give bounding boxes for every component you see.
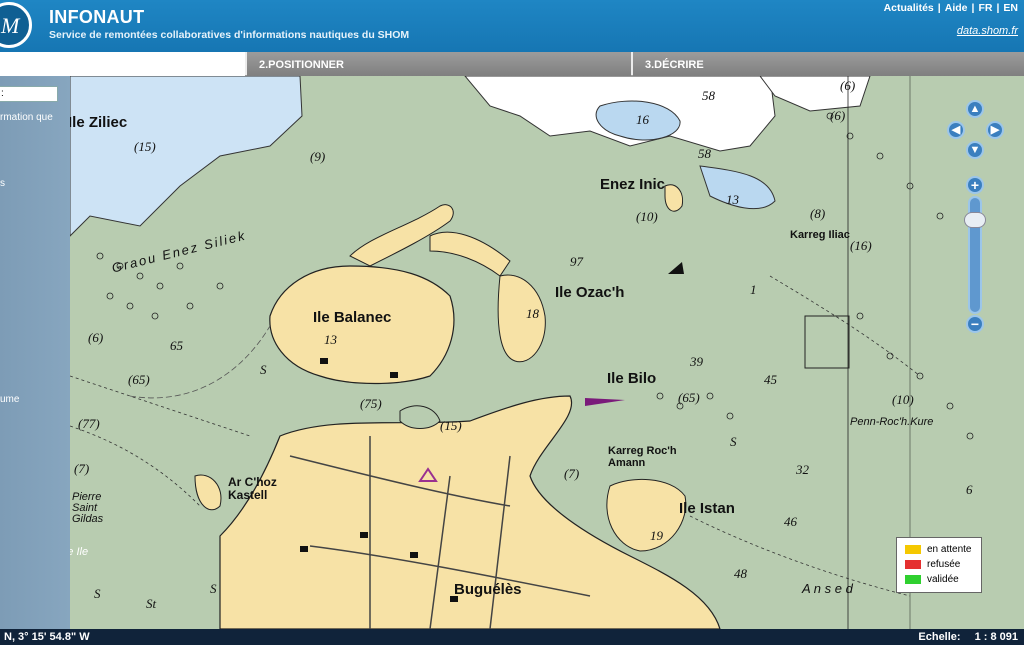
legend-label: en attente (927, 544, 972, 555)
step-1-tab[interactable] (0, 52, 245, 76)
app-header: M INFONAUT Service de remontées collabor… (0, 0, 1024, 52)
depth-sounding: (6) (88, 330, 104, 345)
depth-sounding: (8) (810, 206, 826, 221)
label-ile-balanec: Ile Balanec (313, 309, 392, 326)
legend-swatch (905, 574, 921, 584)
label-karreg-iliac: Karreg Iliac (790, 229, 850, 241)
chart-background (70, 76, 1024, 629)
top-links: Actualités | Aide | FR | EN (883, 2, 1018, 14)
shom-logo[interactable]: M (0, 2, 32, 48)
depth-sounding: S (210, 581, 217, 596)
status-bar: N, 3° 15' 54.8" W Echelle: 1 : 8 091 (0, 629, 1024, 645)
step-3-decrire-tab[interactable]: 3.DÉCRIRE (633, 52, 1024, 76)
depth-sounding: (16) (850, 238, 872, 253)
depth-sounding: (7) (564, 466, 580, 481)
depth-sounding: 32 (796, 462, 809, 477)
label-ar-choz-kastell: Ar C'hoz Kastell (228, 475, 277, 502)
depth-sounding: 1 (750, 282, 757, 297)
label-la-petite-ile: La Petite Ile (70, 546, 89, 558)
depth-sounding: 16 (636, 112, 649, 127)
depth-sounding: 48 (734, 566, 747, 581)
depth-sounding: 13 (324, 332, 337, 347)
status-legend: en attente refusée validée (896, 537, 982, 593)
pan-right-button[interactable]: ▶ (986, 121, 1004, 139)
left-panel-text-1: rmation que (0, 112, 53, 123)
depth-sounding: 13 (726, 192, 739, 207)
scale-readout: Echelle: 1 : 8 091 (918, 631, 1018, 643)
label-penn-roch-kure: Penn-Roc'h.Kure (850, 416, 934, 428)
left-panel: : rmation que s ume (0, 76, 70, 629)
label-ile-ozach: Ile Ozac'h (555, 284, 625, 301)
legend-row-validee: validée (905, 573, 959, 587)
depth-sounding: (15) (440, 418, 462, 433)
depth-sounding: (15) (134, 139, 156, 154)
zoom-in-button[interactable]: + (966, 176, 984, 194)
left-panel-field[interactable]: : (0, 86, 58, 102)
label-karreg-roch-amann: Karreg Roc'h Amann (608, 445, 677, 469)
step-2-positionner-tab[interactable]: 2.POSITIONNER (247, 52, 631, 76)
depth-sounding: 65 (170, 338, 183, 353)
depth-sounding: (10) (636, 209, 658, 224)
logo-glyph: M (1, 13, 20, 38)
steps-bar: 2.POSITIONNER 3.DÉCRIRE (0, 52, 1024, 76)
zoom-out-button[interactable]: − (966, 315, 984, 333)
depth-sounding: S (94, 586, 101, 601)
depth-sounding: 39 (690, 354, 703, 369)
left-panel-text-2: s (0, 178, 5, 189)
depth-sounding: (65) (678, 390, 700, 405)
depth-sounding: (6) (840, 78, 856, 93)
depth-sounding: 6 (966, 482, 973, 497)
legend-row-refusee: refusée (905, 558, 960, 572)
nautical-chart-map[interactable]: Ile Ziliec Enez Inic Ile Balanec Ile Oza… (70, 76, 1024, 629)
scale-value: 1 : 8 091 (974, 631, 1018, 643)
label-anse: A n s e d (802, 581, 853, 596)
data-shom-link[interactable]: data.shom.fr (957, 25, 1018, 37)
depth-sounding: (75) (360, 396, 382, 411)
depth-sounding: (6) (830, 108, 846, 123)
depth-sounding: 18 (526, 306, 539, 321)
legend-label: refusée (927, 559, 961, 570)
pan-left-button[interactable]: ◀ (947, 121, 965, 139)
depth-sounding: St (146, 596, 157, 611)
depth-sounding: S (260, 362, 267, 377)
depth-sounding: 58 (698, 146, 711, 161)
depth-sounding: (10) (892, 392, 914, 407)
depth-sounding: (77) (78, 416, 100, 431)
depth-sounding: 45 (764, 372, 777, 387)
legend-swatch (905, 559, 921, 569)
app-subtitle: Service de remontées collaboratives d'in… (49, 29, 410, 41)
app-root: M INFONAUT Service de remontées collabor… (0, 0, 1024, 645)
legend-label: validée (927, 574, 959, 585)
depth-sounding: (7) (74, 461, 90, 476)
label-bugueles: Buguélès (454, 581, 522, 598)
left-panel-text-3: ume (0, 394, 20, 405)
pan-up-button[interactable]: ▲ (966, 100, 984, 118)
scale-label: Echelle: (918, 631, 961, 643)
label-ile-istan: Ile Istan (679, 500, 735, 517)
depth-sounding: 46 (784, 514, 797, 529)
legend-row-en-attente: en attente (905, 543, 971, 557)
label-ile-ziliec: Ile Ziliec (70, 114, 128, 131)
link-en[interactable]: EN (1003, 2, 1018, 14)
app-title: INFONAUT (49, 7, 145, 27)
link-actualites[interactable]: Actualités (884, 2, 934, 14)
link-fr[interactable]: FR (978, 2, 992, 14)
depth-sounding: (65) (128, 372, 150, 387)
depth-sounding: 58 (702, 88, 715, 103)
cursor-coordinates: N, 3° 15' 54.8" W (4, 631, 90, 643)
label-pierre-saint-gildas: Pierre Saint Gildas (72, 491, 104, 525)
depth-sounding: 19 (650, 528, 663, 543)
depth-sounding: 97 (570, 254, 583, 269)
label-ile-bilo: Ile Bilo (607, 370, 657, 387)
depth-sounding: (9) (310, 149, 326, 164)
label-enez-inic: Enez Inic (600, 176, 666, 193)
link-aide[interactable]: Aide (945, 2, 968, 14)
legend-swatch (905, 544, 921, 554)
pan-down-button[interactable]: ▼ (966, 141, 984, 159)
depth-sounding: S (730, 434, 737, 449)
zoom-slider-handle[interactable] (964, 212, 986, 228)
